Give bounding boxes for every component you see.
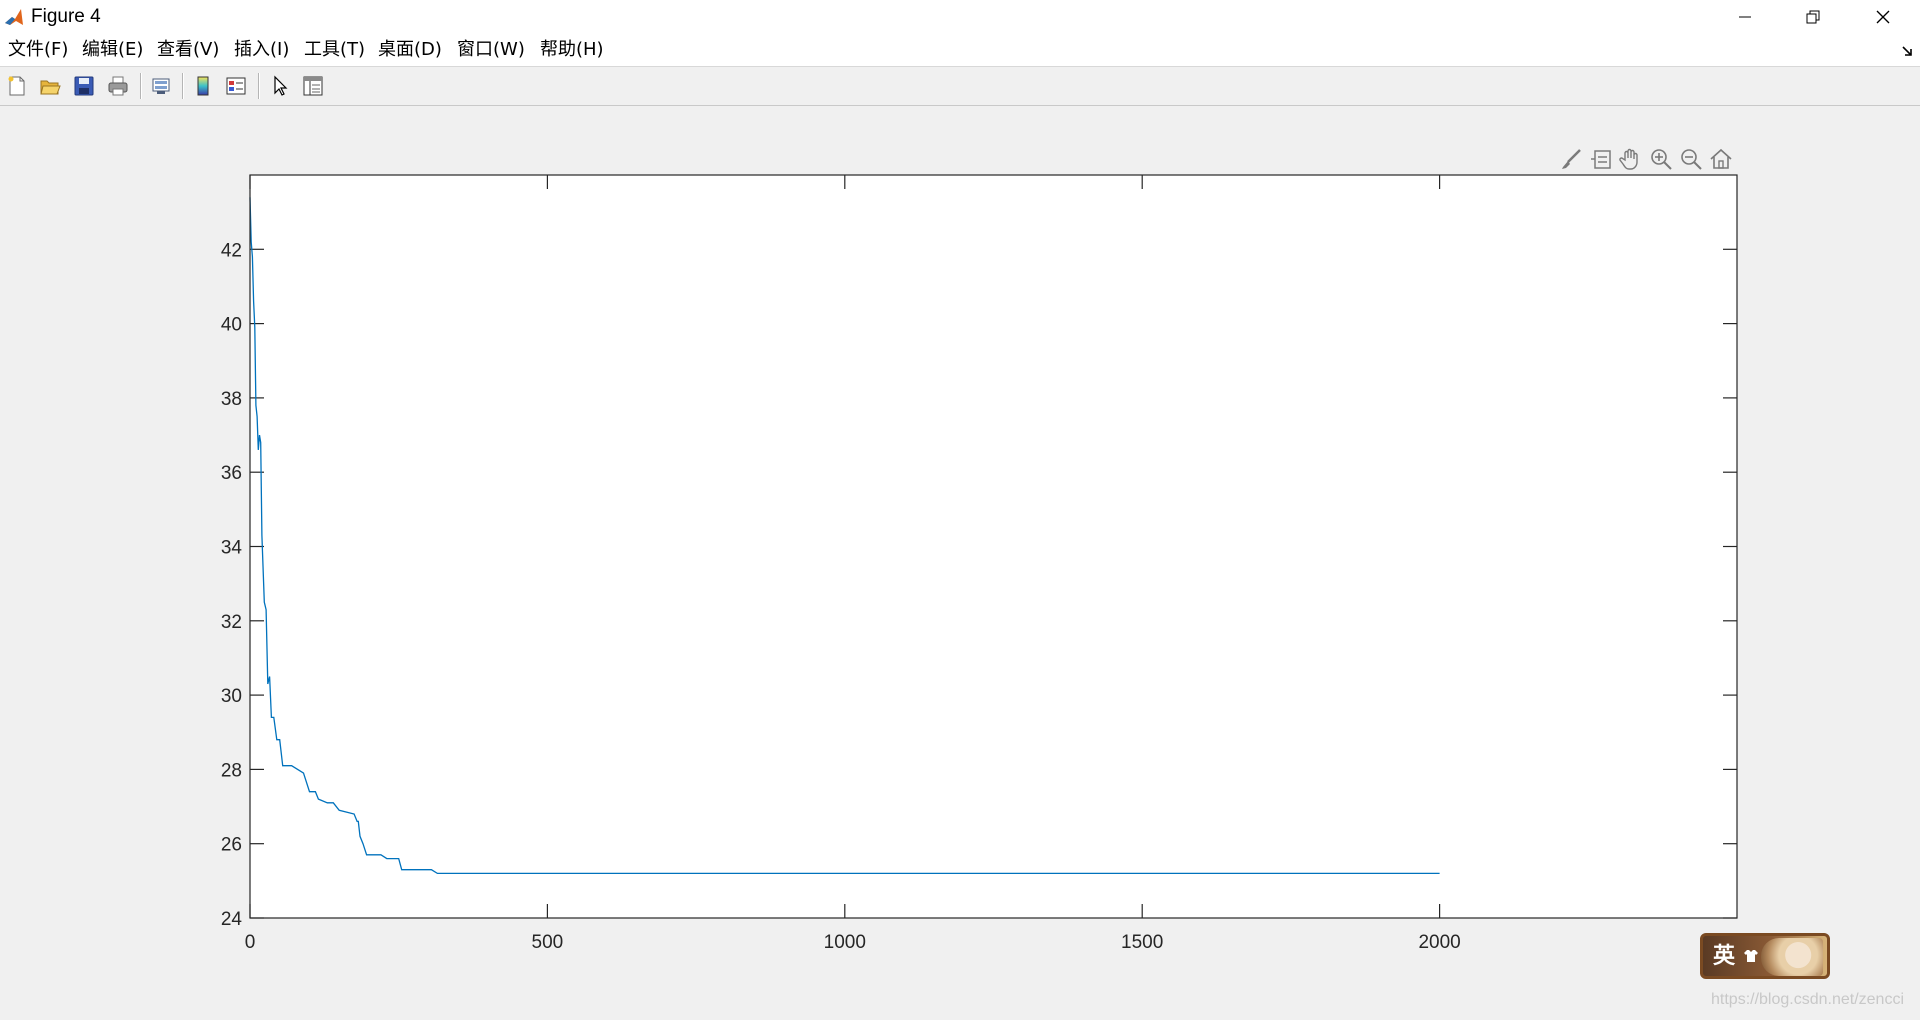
y-tick-label: 42	[221, 240, 242, 261]
y-tick-label: 34	[221, 538, 243, 559]
axes-background	[250, 175, 1737, 918]
x-tick-label: 0	[245, 932, 256, 953]
ime-skin-icon	[1744, 950, 1758, 962]
y-tick-label: 32	[221, 612, 242, 633]
y-tick-label: 28	[221, 760, 242, 781]
y-tick-label: 24	[221, 909, 243, 930]
ime-mode-label: 英	[1713, 943, 1736, 969]
x-tick-label: 2000	[1418, 932, 1460, 953]
figure-canvas[interactable]: 0 500 1000 1500 2000 24 26 28 30 32 34 36 38 40 42	[0, 0, 1920, 1020]
y-tick-label: 30	[221, 686, 242, 707]
ime-indicator[interactable]: 英	[1700, 933, 1830, 979]
y-tick-label: 26	[221, 835, 242, 856]
x-tick-label: 1000	[824, 932, 866, 953]
y-tick-label: 40	[221, 315, 242, 336]
y-tick-label: 38	[221, 389, 242, 410]
y-tick-label: 36	[221, 463, 242, 484]
ime-avatar	[1761, 938, 1823, 976]
x-tick-label: 1500	[1121, 932, 1163, 953]
watermark: https://blog.csdn.net/zencci	[1711, 991, 1904, 1008]
x-tick-label: 500	[532, 932, 564, 953]
